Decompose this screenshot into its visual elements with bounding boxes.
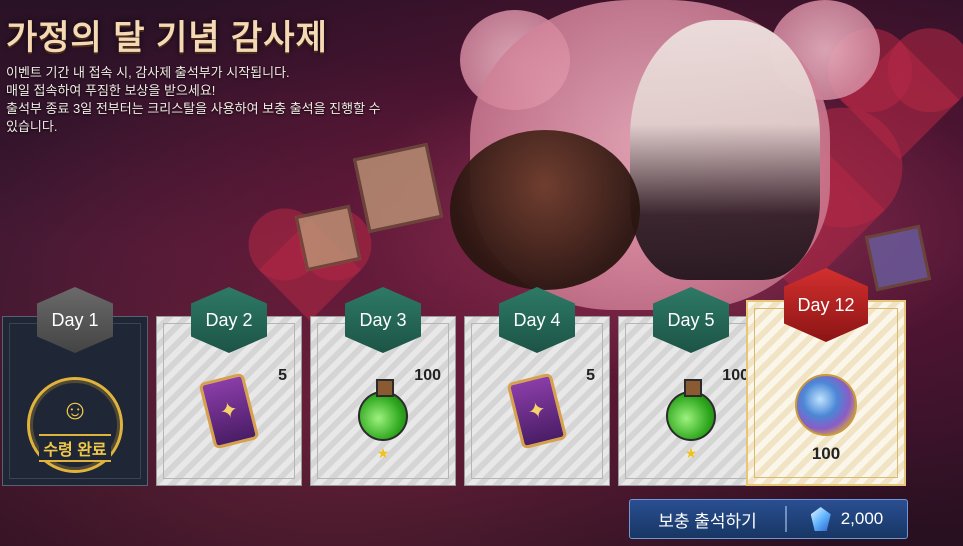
day-card-4[interactable]: Day 4 5 ✦: [464, 287, 610, 486]
character-illustration: [450, 130, 640, 290]
day-label: Day 12: [797, 294, 855, 315]
received-stamp-icon: ☺ 수령 완료: [27, 377, 123, 473]
makeup-attendance-label: 보충 출석하기: [658, 511, 757, 531]
event-title: 가정의 달 기념 감사제: [6, 19, 328, 57]
gift-box-decoration: [352, 142, 444, 234]
description-line: 출석부 종료 3일 전부터는 크리스탈을 사용하여 보충 출석을 진행할 수: [6, 101, 381, 116]
potion-bottle-icon: [358, 379, 408, 441]
card-item-icon: ✦: [506, 372, 568, 450]
reward-quantity: 100: [722, 367, 749, 384]
gem-icon: [795, 362, 857, 436]
reward-quantity: 100: [414, 367, 441, 384]
star-emblem-icon: ✦: [198, 372, 260, 450]
description-line: 이벤트 기간 내 접속 시, 감사제 출석부가 시작됩니다.: [6, 65, 290, 80]
makeup-attendance-button[interactable]: 보충 출석하기 2,000: [629, 499, 908, 539]
character-face-icon: ☺: [60, 394, 90, 425]
makeup-cost: 2,000: [787, 500, 907, 538]
day-card-3[interactable]: Day 3 100 ★: [310, 287, 456, 486]
crystal-cost: 2,000: [840, 509, 884, 528]
potion-icon: [666, 377, 716, 441]
day-label: Day 3: [359, 309, 407, 330]
day-label: Day 1: [51, 309, 99, 330]
card-item-icon: ✦: [198, 372, 260, 450]
event-description: 이벤트 기간 내 접속 시, 감사제 출석부가 시작됩니다. 매일 접속하여 푸…: [6, 64, 436, 136]
day-label: Day 5: [667, 309, 715, 330]
day-card-2[interactable]: Day 2 5 ✦: [156, 287, 302, 486]
crystal-icon: [810, 507, 831, 531]
potion-bottle-icon: [666, 379, 716, 441]
description-line: 있습니다.: [6, 119, 58, 134]
day-card-1[interactable]: Day 1 ☺ 수령 완료: [2, 287, 148, 486]
emblem-gem-icon: [795, 374, 857, 436]
gift-box-decoration: [294, 204, 362, 272]
divider: [785, 506, 787, 532]
star-emblem-icon: ✦: [506, 372, 568, 450]
reward-quantity: 100: [811, 444, 841, 463]
day-card-12[interactable]: Day 12 100: [746, 268, 906, 486]
reward-quantity: 5: [586, 367, 595, 384]
gift-box-decoration: [864, 224, 932, 292]
day-card-5[interactable]: Day 5 100 ★: [618, 287, 764, 486]
reward-quantity: 5: [278, 367, 287, 384]
received-stamp-text: 수령 완료: [39, 434, 111, 462]
potion-icon: [358, 377, 408, 441]
character-illustration: [630, 20, 820, 280]
star-icon: ★: [684, 445, 698, 461]
description-line: 매일 접속하여 푸짐한 보상을 받으세요!: [6, 83, 216, 98]
day-label: Day 2: [205, 309, 253, 330]
star-icon: ★: [376, 445, 390, 461]
day-label: Day 4: [513, 309, 561, 330]
